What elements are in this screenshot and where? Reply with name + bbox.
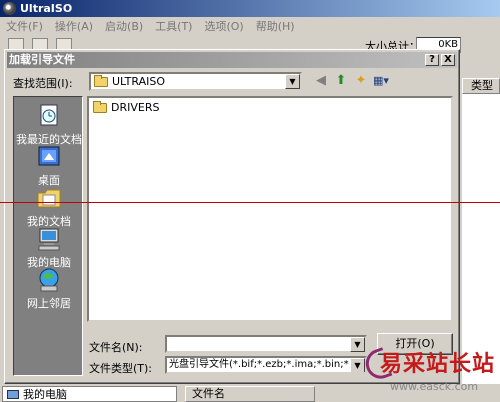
local-tree-label: 我的电脑 [23,388,67,401]
menu-boot[interactable]: 启动(B) [105,18,143,34]
help-button[interactable]: ? [425,54,439,66]
chevron-down-icon[interactable]: ▼ [350,337,365,352]
desktop-icon [35,144,63,170]
ultraiso-logo-icon [3,2,16,15]
place-recent[interactable]: 我最近的文档 [14,103,84,147]
folder-icon [94,74,108,87]
menu-options[interactable]: 选项(O) [204,18,243,34]
app-title: UltraISO [20,2,73,15]
filetype-value: 光盘引导文件(*.bif;*.ezb;*.ima;*.bin;* [169,359,349,370]
watermark: 易采站长站 www.easck.com [361,346,500,402]
chevron-down-icon[interactable]: ▼ [350,358,365,372]
filetype-dropdown[interactable]: 光盘引导文件(*.bif;*.ezb;*.ima;*.bin;* ▼ [165,356,367,374]
menu-tools[interactable]: 工具(T) [155,18,192,34]
place-network-label: 网上邻居 [27,297,71,310]
watermark-url: www.easck.com [390,380,479,393]
guide-line [0,202,500,203]
filename-label: 文件名(N): [89,341,143,354]
place-desktop[interactable]: 桌面 [14,144,84,188]
local-tree-root[interactable]: 我的电脑 [2,386,177,402]
menubar: 文件(F) 操作(A) 启动(B) 工具(T) 选项(O) 帮助(H) [0,17,500,34]
watermark-title: 易采站长站 [380,351,496,377]
close-button[interactable]: X [441,54,455,66]
app-titlebar: UltraISO [0,0,500,17]
menu-help[interactable]: 帮助(H) [256,18,295,34]
back-icon[interactable]: ◀ [313,73,329,89]
computer-icon [7,389,19,399]
folder-icon [93,100,107,113]
column-header-type[interactable]: 类型 [462,78,500,94]
dialog-title: 加载引导文件 [9,53,75,66]
filetype-label: 文件类型(T): [89,362,153,375]
view-menu-icon[interactable]: ▦▾ [373,73,389,89]
file-name: DRIVERS [111,101,160,114]
my-documents-icon [35,185,63,211]
network-places-icon [35,267,63,293]
chevron-down-icon[interactable]: ▼ [285,74,300,89]
lookin-label: 查找范围(I): [13,77,73,90]
new-folder-icon[interactable]: ✦ [353,73,369,89]
menu-file[interactable]: 文件(F) [6,18,43,34]
place-computer[interactable]: 我的电脑 [14,226,84,270]
file-pane [462,94,500,384]
lookin-dropdown[interactable]: ULTRAISO ▼ [89,72,302,91]
lookin-value: ULTRAISO [112,75,165,88]
dialog-titlebar: 加载引导文件 ? X [7,52,457,68]
list-item[interactable]: DRIVERS [93,100,160,114]
recent-documents-icon [35,103,63,129]
places-bar: 我最近的文档 桌面 我的文档 我的电脑 网上邻居 [13,96,83,376]
filename-field[interactable]: ▼ [165,335,367,353]
my-computer-icon [35,226,63,252]
place-documents[interactable]: 我的文档 [14,185,84,229]
menu-action[interactable]: 操作(A) [55,18,93,34]
up-folder-icon[interactable]: ⬆ [333,73,349,89]
column-header-filename[interactable]: 文件名 [185,386,315,402]
file-list[interactable]: DRIVERS [87,96,453,322]
load-boot-file-dialog: 加载引导文件 ? X 查找范围(I): ULTRAISO ▼ ◀ ⬆ ✦ ▦▾ … [4,49,460,384]
place-network[interactable]: 网上邻居 [14,267,84,311]
